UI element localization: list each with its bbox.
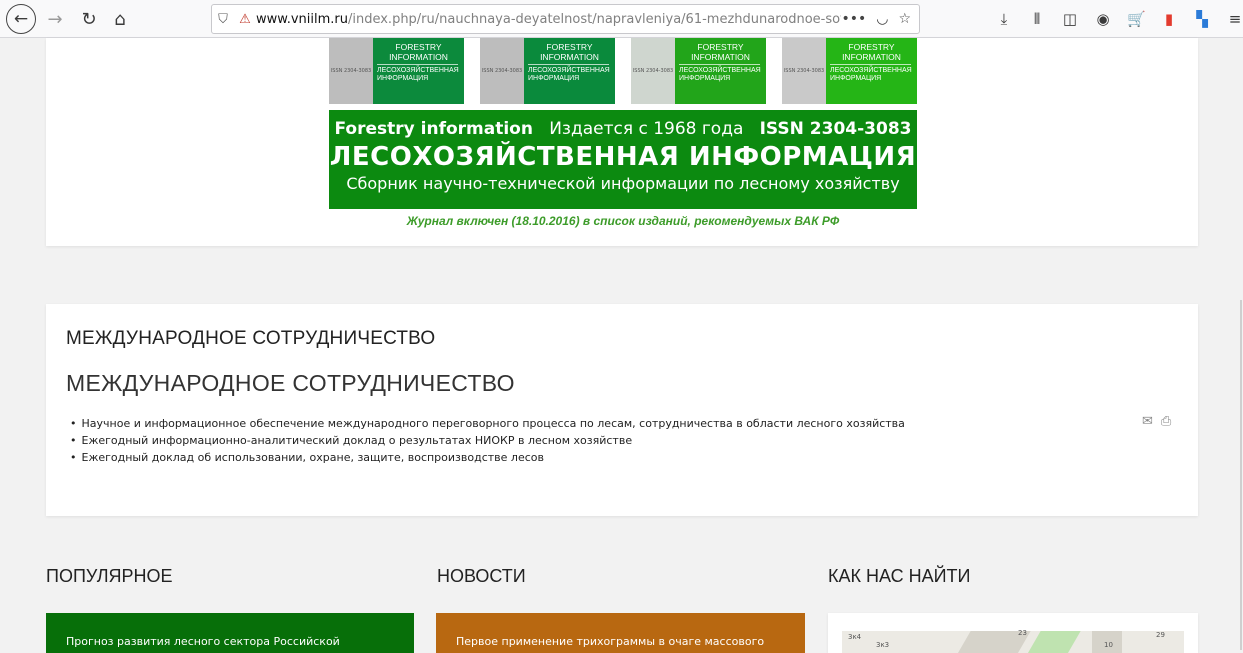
popular-heading: ПОПУЛЯРНОЕ: [46, 566, 173, 586]
journal-cover-thumb[interactable]: ISSN 2304-3083 FORESTRY INFORMATION ЛЕСОХ…: [631, 38, 766, 104]
thumb-en-title: FORESTRY INFORMATION: [842, 42, 901, 62]
home-button[interactable]: ⌂: [108, 4, 132, 34]
star-icon[interactable]: ☆: [898, 11, 911, 27]
news-heading: НОВОСТИ: [437, 566, 526, 586]
extension-flag-icon[interactable]: ▮: [1160, 10, 1178, 28]
map-label: 23: [1018, 629, 1027, 637]
location-map[interactable]: 3к4 3к3 23 10 29: [828, 613, 1198, 653]
news-item-title: Первое применение трихограммы в очаге ма…: [456, 635, 765, 648]
list-item: Научное и информационное обеспечение меж…: [70, 415, 905, 432]
scrollbar[interactable]: [1240, 300, 1242, 650]
article-title: МЕЖДУНАРОДНОЕ СОТРУДНИЧЕСТВО: [66, 370, 515, 396]
list-item: Ежегодный доклад об использовании, охран…: [70, 449, 905, 466]
find-us-heading: КАК НАС НАЙТИ: [828, 566, 971, 586]
article-list: Научное и информационное обеспечение меж…: [70, 415, 905, 466]
back-button[interactable]: ←: [6, 4, 36, 34]
thumb-issn: ISSN 2304-3083: [480, 38, 524, 104]
popular-item[interactable]: Прогноз развития лесного сектора Российс…: [46, 613, 414, 653]
sidebar-icon[interactable]: ◫: [1061, 10, 1079, 28]
journal-cover-thumb[interactable]: ISSN 2304-3083 FORESTRY INFORMATION ЛЕСОХ…: [329, 38, 464, 104]
print-icon[interactable]: ⎙: [1161, 414, 1171, 429]
more-icon[interactable]: •••: [841, 11, 866, 27]
thumb-ru-title: ЛЕСОХОЗЯЙСТВЕННАЯ ИНФОРМАЦИЯ: [528, 67, 610, 82]
thumb-ru-title: ЛЕСОХОЗЯЙСТВЕННАЯ ИНФОРМАЦИЯ: [377, 67, 459, 82]
thumb-en-title: FORESTRY INFORMATION: [691, 42, 750, 62]
banner-issn: ISSN 2304-3083: [759, 119, 912, 139]
reload-button[interactable]: ↻: [78, 4, 100, 34]
shield-icon[interactable]: ⛉: [212, 12, 234, 27]
vak-note: Журнал включен (18.10.2016) в список изд…: [406, 214, 840, 228]
journal-cover-thumb[interactable]: ISSN 2304-3083 FORESTRY INFORMATION ЛЕСОХ…: [480, 38, 615, 104]
journal-title-banner[interactable]: Forestry information Издается с 1968 год…: [329, 110, 917, 209]
page-title: МЕЖДУНАРОДНОЕ СОТРУДНИЧЕСТВО: [66, 328, 436, 349]
thumb-ru-title: ЛЕСОХОЗЯЙСТВЕННАЯ ИНФОРМАЦИЯ: [679, 67, 761, 82]
thumb-ru-title: ЛЕСОХОЗЯЙСТВЕННАЯ ИНФОРМАЦИЯ: [830, 67, 912, 82]
list-item: Ежегодный информационно-аналитический до…: [70, 432, 905, 449]
banner-since: Издается с 1968 года: [549, 119, 744, 139]
url-path: /index.php/ru/nauchnaya-deyatelnost/napr…: [347, 11, 842, 27]
account-icon[interactable]: ◉: [1094, 10, 1112, 28]
thumb-en-title: FORESTRY INFORMATION: [389, 42, 448, 62]
thumb-issn: ISSN 2304-3083: [782, 38, 826, 104]
reload-icon: ↻: [81, 8, 97, 30]
journal-cover-thumbnails: ISSN 2304-3083 FORESTRY INFORMATION ЛЕСОХ…: [329, 38, 917, 104]
map-label: 10: [1104, 641, 1113, 649]
thumb-issn: ISSN 2304-3083: [329, 38, 373, 104]
url-domain: www.vniilm.ru: [256, 11, 348, 27]
journal-cover-thumb[interactable]: ISSN 2304-3083 FORESTRY INFORMATION ЛЕСОХ…: [782, 38, 917, 104]
hamburger-icon[interactable]: ≡: [1226, 10, 1243, 28]
thumb-en-title: FORESTRY INFORMATION: [540, 42, 599, 62]
email-icon[interactable]: ✉: [1142, 414, 1153, 429]
journal-banner-card: ISSN 2304-3083 FORESTRY INFORMATION ЛЕСОХ…: [46, 38, 1198, 246]
popular-item-title: Прогноз развития лесного сектора Российс…: [66, 635, 340, 648]
download-icon[interactable]: ⤓: [995, 10, 1013, 28]
thumb-issn: ISSN 2304-3083: [631, 38, 675, 104]
library-icon[interactable]: ⫴: [1028, 10, 1046, 28]
extension-icon[interactable]: ▚: [1193, 10, 1211, 28]
browser-toolbar: ← → ↻ ⌂ ⛉ ⚠ www.vniilm.ru/index.php/ru/n…: [0, 0, 1243, 38]
arrow-right-icon: →: [47, 8, 63, 30]
map-label: 3к4: [848, 633, 862, 641]
map-label: 3к3: [876, 641, 890, 649]
map-label: 29: [1156, 631, 1165, 639]
cart-icon[interactable]: 🛒: [1127, 10, 1146, 28]
news-item[interactable]: Первое применение трихограммы в очаге ма…: [436, 613, 805, 653]
banner-en-title: Forestry information: [334, 119, 533, 139]
forward-button[interactable]: →: [44, 4, 66, 34]
arrow-left-icon: ←: [13, 9, 29, 29]
home-icon: ⌂: [114, 8, 126, 30]
url-text[interactable]: www.vniilm.ru/index.php/ru/nauchnaya-dey…: [256, 12, 841, 27]
pocket-icon[interactable]: ◡: [876, 11, 888, 27]
insecure-lock-icon[interactable]: ⚠: [234, 12, 256, 27]
address-bar[interactable]: ⛉ ⚠ www.vniilm.ru/index.php/ru/nauchnaya…: [211, 4, 920, 34]
banner-subtitle: Сборник научно-технической информации по…: [346, 174, 900, 193]
banner-ru-title: ЛЕСОХОЗЯЙСТВЕННАЯ ИНФОРМАЦИЯ: [329, 142, 917, 172]
article-card: МЕЖДУНАРОДНОЕ СОТРУДНИЧЕСТВО МЕЖДУНАРОДН…: [46, 304, 1198, 516]
